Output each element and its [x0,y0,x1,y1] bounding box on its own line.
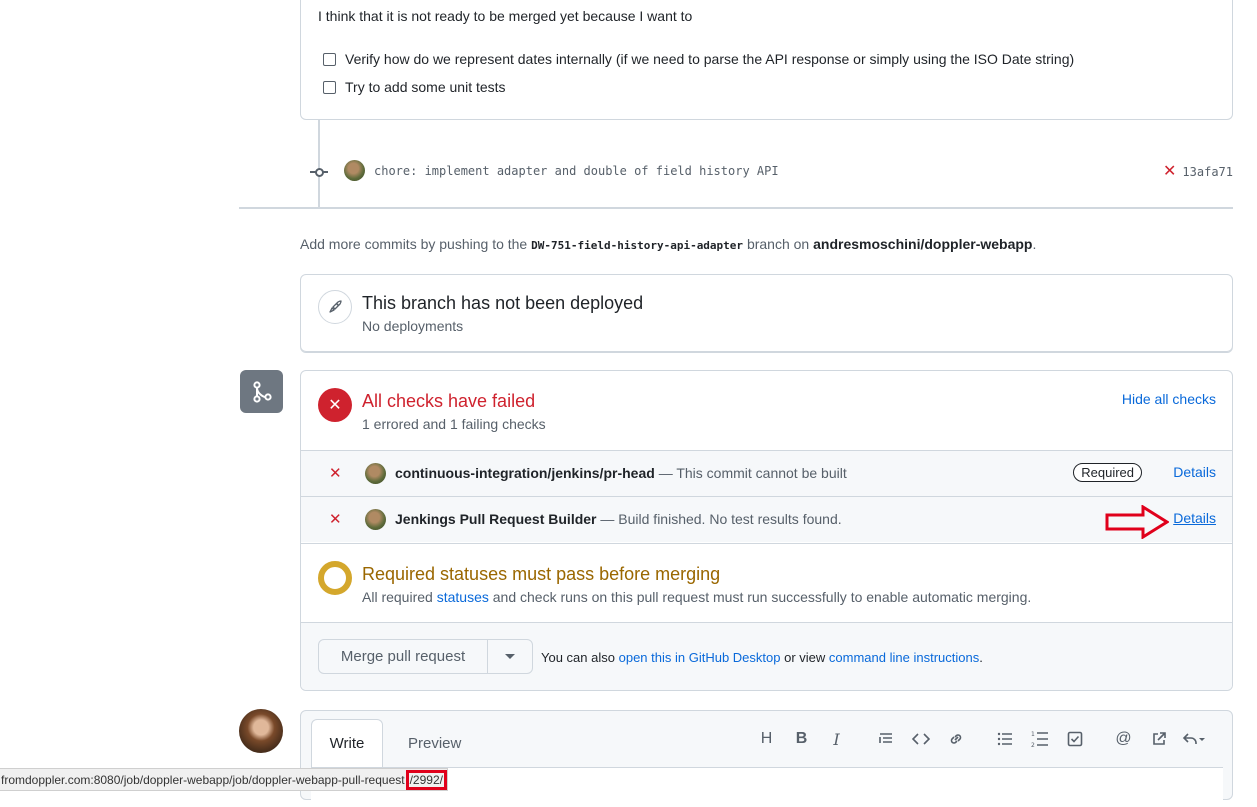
commit-message[interactable]: chore: implement adapter and double of f… [374,164,779,178]
mention-icon[interactable]: @ [1106,728,1141,750]
chevron-down-icon [505,654,515,659]
code-icon[interactable] [903,728,938,750]
task-item[interactable]: Verify how do we represent dates interna… [323,51,1074,67]
comment-text: I think that it is not ready to be merge… [318,8,693,24]
markdown-toolbar: H B I 12 @ [749,728,1211,750]
check-description: — This commit cannot be built [658,465,847,481]
hide-checks-link[interactable]: Hide all checks [1122,391,1216,407]
statuses-link[interactable]: statuses [437,589,489,605]
task-label: Try to add some unit tests [345,79,506,95]
heading-icon[interactable]: H [749,728,784,750]
quote-icon[interactable] [868,728,903,750]
status-url: fromdoppler.com:8080/job/doppler-webapp/… [1,772,405,787]
browser-status-bar: fromdoppler.com:8080/job/doppler-webapp/… [0,768,448,791]
deployment-title: This branch has not been deployed [362,293,644,313]
merge-options-dropdown[interactable] [487,639,533,674]
branch-info-suffix: . [1032,236,1037,252]
unordered-list-icon[interactable] [987,728,1022,750]
link-icon[interactable] [938,728,973,750]
branch-info-middle: branch on [746,236,810,252]
checks-subtitle: 1 errored and 1 failing checks [362,416,546,432]
commit-sha[interactable]: 13afa71 [1182,165,1233,179]
branch-name: DW-751-field-history-api-adapter [531,239,744,252]
merge-hint-suffix: . [979,650,983,665]
tab-preview[interactable]: Preview [408,735,461,752]
timeline-divider [239,207,1233,209]
details-link[interactable]: Details [1173,510,1216,526]
commit-node-icon [310,164,328,180]
check-name: continuous-integration/jenkins/pr-head [395,465,655,481]
avatar[interactable] [344,160,365,181]
merge-pull-request-button[interactable]: Merge pull request [318,639,488,674]
svg-text:2: 2 [1031,742,1035,748]
deployment-subtitle: No deployments [362,318,464,334]
branch-info: Add more commits by pushing to the DW-75… [300,236,1036,252]
fail-x-icon: ✕ [329,465,342,482]
status-url-highlight: /2992/ [405,769,447,790]
details-link[interactable]: Details [1173,464,1216,480]
annotation-arrow-icon [1105,505,1169,539]
git-merge-icon [240,370,283,413]
avatar [365,509,386,530]
fail-x-icon: ✕ [329,511,342,528]
required-status-prefix: All required [362,589,433,605]
merge-action-area: Merge pull request You can also open thi… [301,622,1232,690]
commit-row: chore: implement adapter and double of f… [344,160,779,181]
check-row: ✕ continuous-integration/jenkins/pr-head… [301,450,1232,496]
reference-icon[interactable] [1141,728,1176,750]
merge-hint-prefix: You can also [541,650,615,665]
required-status-section: Required statuses must pass before mergi… [301,543,1232,622]
reply-icon[interactable] [1176,728,1211,750]
merge-hint-middle: or view [784,650,826,665]
merge-box: ✕ All checks have failed 1 errored and 1… [300,370,1233,691]
check-name: Jenkings Pull Request Builder [395,511,597,527]
comment-body: I think that it is not ready to be merge… [300,0,1233,120]
rocket-icon [318,290,352,324]
branch-info-prefix: Add more commits by pushing to the [300,236,528,252]
task-checkbox[interactable] [323,80,336,94]
check-row: ✕ Jenkings Pull Request Builder — Build … [301,496,1232,542]
open-desktop-link[interactable]: open this in GitHub Desktop [619,650,781,665]
fail-x-icon: ✕ [318,388,352,422]
task-label: Verify how do we represent dates interna… [345,51,1075,67]
repo-name: andresmoschini/doppler-webapp [813,236,1033,252]
command-line-link[interactable]: command line instructions [829,650,979,665]
svg-text:1: 1 [1031,731,1035,738]
required-status-title: Required statuses must pass before mergi… [362,564,721,584]
check-description: — Build finished. No test results found. [600,511,842,527]
checks-title: All checks have failed [362,391,536,411]
required-status-suffix: and check runs on this pull request must… [492,589,1032,605]
merge-hint: You can also open this in GitHub Desktop… [541,650,983,665]
italic-icon[interactable]: I [819,728,854,750]
fail-x-icon[interactable]: ✕ [1163,164,1176,180]
avatar[interactable] [239,709,283,753]
task-checkbox[interactable] [323,52,336,66]
tab-write[interactable]: Write [311,719,383,767]
commit-status: ✕ 13afa71 [1163,164,1233,180]
bold-icon[interactable]: B [784,728,819,750]
checks-header: ✕ All checks have failed 1 errored and 1… [301,371,1232,450]
ordered-list-icon[interactable]: 12 [1022,728,1057,750]
deployment-box: This branch has not been deployed No dep… [300,274,1233,352]
required-status-subtitle: All required statuses and check runs on … [362,589,1031,605]
task-list-icon[interactable] [1057,728,1092,750]
task-item[interactable]: Try to add some unit tests [323,79,506,95]
avatar [365,463,386,484]
pending-status-icon [318,561,352,595]
required-badge: Required [1073,463,1142,482]
